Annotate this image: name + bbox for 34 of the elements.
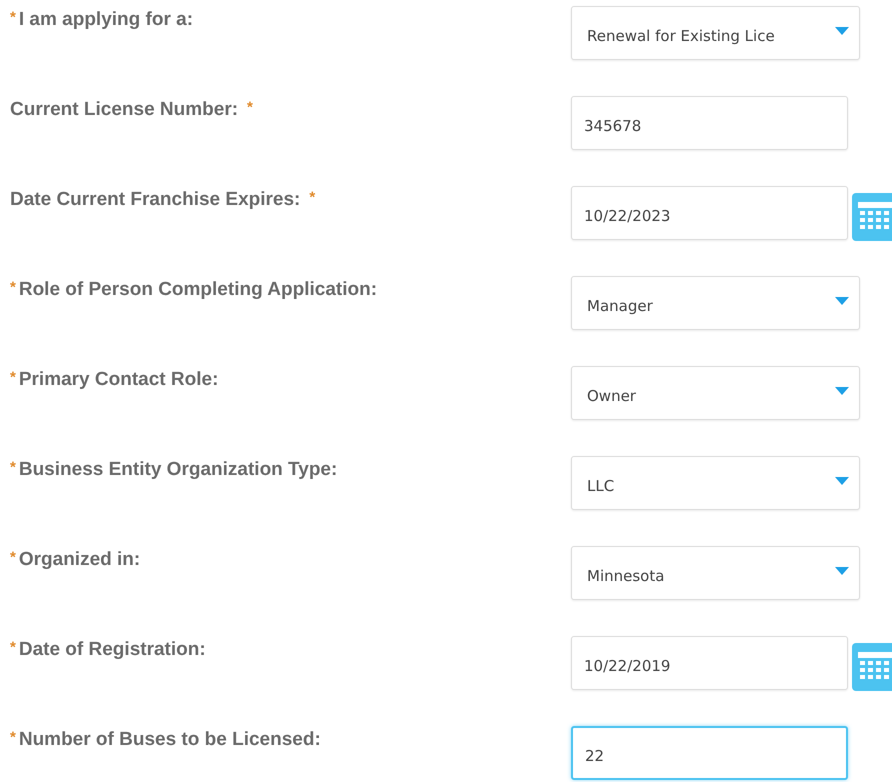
required-asterisk: * xyxy=(247,100,253,115)
field-label: Current License Number: xyxy=(10,99,238,121)
required-asterisk: * xyxy=(10,640,16,655)
required-asterisk: * xyxy=(309,190,316,205)
field-label: Primary Contact Role: xyxy=(18,369,218,391)
field-label: Date Current Franchise Expires: xyxy=(10,189,300,211)
field-label: Organized in: xyxy=(18,549,140,571)
dropdown-arrow-icon xyxy=(835,297,849,305)
date-field[interactable]: 10/22/2023 xyxy=(571,186,848,240)
date-field[interactable]: 10/22/2019 xyxy=(571,636,848,690)
input-field[interactable]: 345678 xyxy=(571,96,848,150)
calendar-icon[interactable] xyxy=(852,193,892,241)
field-label: Role of Person Completing Application: xyxy=(18,279,378,301)
required-asterisk: * xyxy=(10,460,16,475)
input-field[interactable]: 22 xyxy=(571,726,848,780)
dropdown[interactable]: LLC xyxy=(571,456,860,510)
dropdown-arrow-icon xyxy=(835,567,849,575)
dropdown[interactable]: Minnesota xyxy=(571,546,860,600)
field-label: Number of Buses to be Licensed: xyxy=(18,729,321,751)
required-asterisk: * xyxy=(10,10,16,25)
field-label: Date of Registration: xyxy=(18,639,206,661)
required-asterisk: * xyxy=(10,730,16,745)
dropdown[interactable]: Renewal for Existing Lice xyxy=(571,6,860,60)
required-asterisk: * xyxy=(10,370,16,385)
calendar-icon[interactable] xyxy=(852,643,892,691)
field-label: I am applying for a: xyxy=(18,9,194,31)
dropdown-arrow-icon xyxy=(835,387,849,395)
dropdown[interactable]: Manager xyxy=(571,276,860,330)
dropdown-arrow-icon xyxy=(835,27,849,35)
dropdown[interactable]: Owner xyxy=(571,366,860,420)
field-label: Business Entity Organization Type: xyxy=(18,459,338,481)
required-asterisk: * xyxy=(10,550,16,565)
required-asterisk: * xyxy=(10,280,16,295)
dropdown-arrow-icon xyxy=(835,477,849,485)
